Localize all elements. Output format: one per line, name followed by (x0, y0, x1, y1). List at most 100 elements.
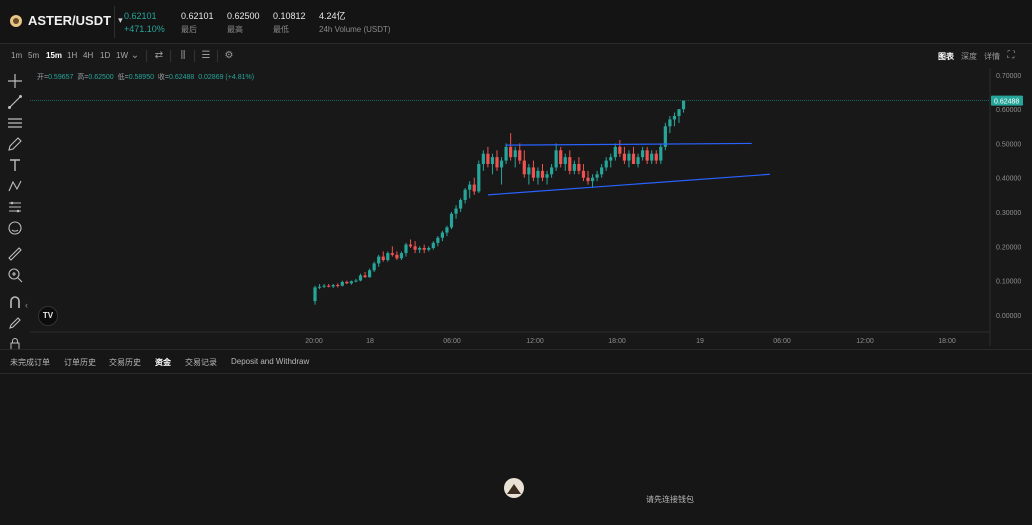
candle-body (527, 167, 531, 175)
chevron-down-icon[interactable]: ⌄ (128, 49, 142, 63)
lock-pen-icon[interactable] (7, 315, 23, 331)
candle-body (577, 164, 581, 171)
tab-deposit-withdraw[interactable]: Deposit and Withdraw (231, 357, 309, 366)
stat-value: 0.62500 (227, 11, 260, 21)
pattern-tool-icon[interactable] (7, 178, 23, 194)
tab-chart[interactable]: 图表 (938, 51, 954, 62)
candle-body (677, 109, 681, 116)
tab-transaction-log[interactable]: 交易记录 (185, 357, 217, 368)
candle-body (486, 153, 490, 164)
timeframe-1h[interactable]: 1H (67, 51, 77, 60)
pair-name: ASTER/USDT (28, 13, 112, 28)
candle-body (459, 200, 463, 209)
tab-funds[interactable]: 资金 (155, 357, 171, 368)
candle-body (568, 157, 572, 171)
candle-body (481, 153, 485, 164)
timeframe-1m[interactable]: 1m (11, 51, 22, 60)
candle-body (472, 184, 476, 192)
current-price-label: 0.62488 (994, 99, 1019, 106)
candle-body (522, 160, 526, 175)
candle-body (513, 150, 517, 158)
collapse-sidebar-icon[interactable]: ‹ (25, 300, 28, 310)
candle-type-icon[interactable]: ⫼ (176, 49, 190, 63)
crosshair-icon[interactable] (7, 73, 23, 89)
trendline-tool-icon[interactable] (7, 94, 23, 110)
candle-body (399, 253, 404, 259)
tradingview-logo[interactable]: TV (38, 306, 58, 326)
tab-depth[interactable]: 深度 (961, 51, 977, 62)
candle-body (381, 256, 385, 260)
candle-body (545, 174, 549, 178)
candle-body (386, 253, 390, 260)
emoji-icon[interactable] (7, 220, 23, 236)
fullscreen-icon[interactable]: ⛶ (1004, 49, 1018, 63)
candlestick-chart[interactable]: 0.70000 0.60000 0.50000 0.40000 0.30000 0.200… (0, 44, 1032, 347)
tab-open-orders[interactable]: 未完成订单 (10, 357, 50, 368)
caret-down-icon: ▾ (118, 15, 123, 25)
stat-label: 最低 (273, 25, 289, 34)
stat-label: 最高 (227, 25, 243, 34)
pair-selector[interactable]: ASTER/USDT ▾ (10, 13, 123, 28)
candle-body (317, 286, 322, 288)
ohlc-open-label: 开= (37, 74, 49, 81)
candle-body (681, 100, 686, 110)
horizontal-lines-icon[interactable] (7, 115, 23, 131)
tab-trade-history[interactable]: 交易历史 (109, 357, 141, 368)
connect-wallet-prompt[interactable]: 请先连接钱包 (646, 494, 694, 505)
candle-body (413, 246, 417, 250)
zoom-in-icon[interactable] (7, 267, 23, 283)
timeframe-15m[interactable]: 15m (46, 51, 62, 60)
candle-body (477, 164, 481, 192)
timeframe-4h[interactable]: 4H (83, 51, 93, 60)
brush-icon[interactable] (7, 136, 23, 152)
settings-icon[interactable]: ⚙ (222, 49, 236, 63)
time-tick-label: 06:00 (773, 338, 791, 345)
candle-body (490, 157, 495, 164)
candle-body (449, 213, 454, 228)
candle-body (641, 150, 645, 158)
candle-body (600, 167, 604, 175)
stat-value: 4.24亿 (319, 11, 346, 21)
stat-low: 0.10812 最低 (273, 10, 306, 36)
candle-body (468, 184, 472, 190)
stat-label: 24h Volume (USDT) (319, 25, 391, 34)
candle-body (404, 244, 408, 254)
candle-body (422, 248, 426, 250)
ohlc-legend: 开=0.59657 高=0.62500 低=0.58950 收=0.62488 … (37, 72, 254, 82)
tab-order-history[interactable]: 订单历史 (64, 357, 96, 368)
candle-body (654, 153, 658, 161)
timeframe-1w[interactable]: 1W (116, 51, 128, 60)
candle-body (595, 174, 599, 178)
last-price: 0.62101 (124, 11, 157, 21)
chart-pane: 0.70000 0.60000 0.50000 0.40000 0.30000 0.200… (0, 44, 1032, 351)
magnet-icon[interactable] (7, 294, 23, 310)
candle-body (590, 177, 595, 182)
price-tick-label: 0.60000 (996, 107, 1021, 114)
ruler-icon[interactable] (7, 246, 23, 262)
ohlc-high-label: 高= (77, 74, 89, 81)
account-panel: 未完成订单 订单历史 交易历史 资金 交易记录 Deposit and With… (0, 349, 1032, 525)
text-tool-icon[interactable] (7, 157, 23, 173)
candle-body (536, 170, 540, 178)
candle-body (322, 285, 326, 287)
compare-icon[interactable]: ⇄ (152, 49, 166, 63)
stat-value: 0.10812 (273, 11, 306, 21)
time-tick-label: 12:00 (526, 338, 544, 345)
indicators-icon[interactable]: ☰ (199, 49, 213, 63)
measure-tool-icon[interactable] (7, 199, 23, 215)
tab-details[interactable]: 详情 (984, 51, 1000, 62)
candle-body (622, 153, 626, 161)
candle-body (372, 263, 376, 271)
ohlc-low: 0.58950 (128, 74, 154, 81)
stat-value: 0.62101 (181, 11, 214, 21)
timeframe-5m[interactable]: 5m (28, 51, 39, 60)
change-percent: +471.10% (124, 24, 165, 34)
candle-body (581, 170, 586, 178)
price-tick-label: 0.40000 (996, 176, 1021, 183)
candle-body (540, 170, 545, 178)
candle-body (586, 177, 590, 182)
timeframe-1d[interactable]: 1D (100, 51, 110, 60)
candle-body (509, 146, 513, 158)
candle-body (631, 153, 636, 164)
candle-body (518, 150, 522, 161)
